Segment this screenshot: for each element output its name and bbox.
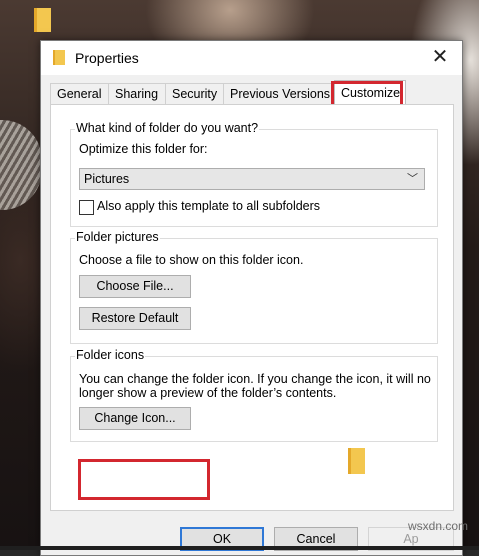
apply-subfolders-checkbox[interactable] [79,200,94,215]
restore-default-button[interactable]: Restore Default [79,307,191,330]
tab-general[interactable]: General [50,83,109,104]
tab-sharing[interactable]: Sharing [108,83,166,104]
folder-type-title: What kind of folder do you want? [75,121,260,135]
watermark: wsxdn.com [408,519,469,533]
close-button[interactable]: ✕ [418,41,462,73]
optimize-label: Optimize this folder for: [79,142,208,156]
folder-icons-description-line1: You can change the folder icon. If you c… [79,372,431,386]
folder-preview-icon [348,448,365,474]
folder-icons-description-line2: longer show a preview of the folder’s co… [79,386,337,400]
title-bar[interactable]: Properties ✕ [41,41,462,75]
folder-icons-group: Folder icons You can change the folder i… [70,348,438,442]
customize-panel: What kind of folder do you want? Optimiz… [50,104,454,511]
chevron-down-icon: ﹀ [407,173,418,185]
optimize-for-select[interactable]: Pictures ﹀ [79,168,425,190]
choose-file-button[interactable]: Choose File... [79,275,191,298]
folder-pictures-description: Choose a file to show on this folder ico… [79,253,304,267]
folder-type-group: What kind of folder do you want? Optimiz… [70,121,438,227]
folder-pictures-group: Folder pictures Choose a file to show on… [70,230,438,344]
properties-dialog: Properties ✕ General Sharing Security Pr… [40,40,463,556]
bottom-edge [0,546,479,550]
apply-subfolders-label[interactable]: Also apply this template to all subfolde… [97,199,320,213]
tab-previous-versions[interactable]: Previous Versions [223,83,337,104]
change-icon-highlight [78,459,210,500]
optimize-for-value: Pictures [84,172,130,186]
desktop-folder-icon[interactable] [34,8,51,32]
change-icon-button[interactable]: Change Icon... [79,407,191,430]
folder-icon [53,50,65,65]
window-title: Properties [75,50,139,66]
folder-pictures-title: Folder pictures [75,230,160,244]
folder-icons-title: Folder icons [75,348,146,362]
tab-security[interactable]: Security [165,83,227,104]
